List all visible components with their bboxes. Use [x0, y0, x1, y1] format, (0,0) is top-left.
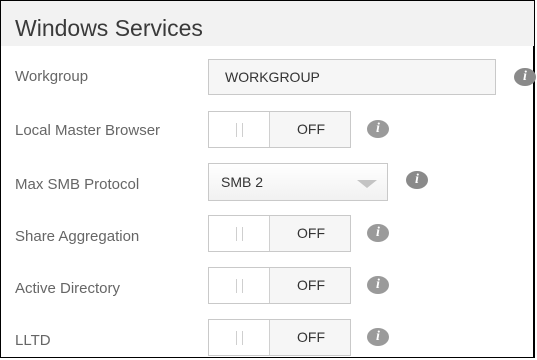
grip-line — [242, 227, 243, 241]
local-master-browser-toggle[interactable]: OFF — [208, 111, 351, 148]
section-title: Windows Services — [15, 15, 203, 41]
toggle-state: OFF — [297, 329, 325, 345]
grip-line — [236, 331, 237, 345]
max-smb-protocol-select[interactable]: SMB 2 — [208, 163, 388, 201]
share-aggregation-label: Share Aggregation — [15, 228, 140, 245]
windows-services-panel: Windows Services Workgroup i Local Maste… — [0, 0, 536, 358]
section-header: Windows Services — [1, 1, 534, 46]
share-aggregation-toggle[interactable]: OFF — [208, 215, 351, 252]
chevron-down-icon — [357, 180, 377, 188]
workgroup-input[interactable] — [208, 59, 496, 95]
toggle-state: OFF — [297, 121, 325, 137]
info-icon[interactable]: i — [367, 328, 389, 346]
max-smb-protocol-label: Max SMB Protocol — [15, 176, 140, 193]
grip-line — [236, 279, 237, 293]
lltd-label: LLTD — [15, 332, 51, 349]
toggle-knob[interactable] — [209, 268, 270, 303]
grip-line — [236, 227, 237, 241]
toggle-knob[interactable] — [209, 320, 270, 355]
grip-line — [236, 123, 237, 137]
active-directory-toggle[interactable]: OFF — [208, 267, 351, 304]
info-icon[interactable]: i — [367, 224, 389, 242]
toggle-state: OFF — [297, 277, 325, 293]
info-icon[interactable]: i — [367, 276, 389, 294]
info-icon[interactable]: i — [406, 171, 428, 189]
toggle-knob[interactable] — [209, 216, 270, 251]
grip-line — [242, 331, 243, 345]
workgroup-label: Workgroup — [15, 68, 89, 85]
grip-line — [242, 279, 243, 293]
grip-line — [242, 123, 243, 137]
lltd-toggle[interactable]: OFF — [208, 319, 351, 356]
info-icon[interactable]: i — [367, 120, 389, 138]
active-directory-label: Active Directory — [15, 280, 121, 297]
select-value: SMB 2 — [221, 174, 264, 190]
local-master-browser-label: Local Master Browser — [15, 122, 161, 139]
toggle-state: OFF — [297, 225, 325, 241]
info-icon[interactable]: i — [514, 68, 536, 86]
toggle-knob[interactable] — [209, 112, 270, 147]
